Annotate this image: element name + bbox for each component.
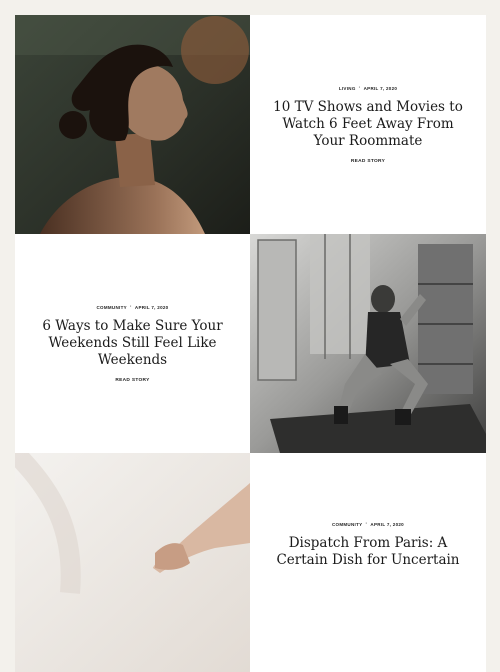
article-grid: LIVING · APRIL 7, 2020 10 TV Shows and M… xyxy=(15,15,486,672)
separator-dot: · xyxy=(365,521,368,527)
article-3-content: COMMUNITY · APRIL 7, 2020 Dispatch From … xyxy=(250,521,486,578)
article-1-read-story-link[interactable]: READ STORY xyxy=(351,159,385,164)
article-2-read-story-link[interactable]: READ STORY xyxy=(115,378,149,383)
woman-profile-photo xyxy=(15,15,250,234)
separator-dot: · xyxy=(358,85,361,91)
article-2-image[interactable] xyxy=(250,234,486,453)
article-1-title[interactable]: 10 TV Shows and Movies to Watch 6 Feet A… xyxy=(266,99,470,150)
article-1-meta: LIVING · APRIL 7, 2020 xyxy=(339,85,397,91)
article-2-date: APRIL 7, 2020 xyxy=(134,304,169,310)
article-3-meta: COMMUNITY · APRIL 7, 2020 xyxy=(250,521,486,527)
article-1-category[interactable]: LIVING xyxy=(339,86,356,91)
article-2-title[interactable]: 6 Ways to Make Sure Your Weekends Still … xyxy=(31,318,234,369)
article-2-meta: COMMUNITY · APRIL 7, 2020 xyxy=(96,304,168,310)
woman-sitting-photo xyxy=(250,234,486,453)
article-1-card: LIVING · APRIL 7, 2020 10 TV Shows and M… xyxy=(250,15,486,234)
article-3-date: APRIL 7, 2020 xyxy=(370,521,404,527)
article-3-category[interactable]: COMMUNITY xyxy=(332,522,362,527)
article-2-card: COMMUNITY · APRIL 7, 2020 6 Ways to Make… xyxy=(15,234,250,453)
article-2-category[interactable]: COMMUNITY xyxy=(96,305,126,310)
separator-dot: · xyxy=(129,304,132,310)
article-1-date: APRIL 7, 2020 xyxy=(363,85,398,91)
article-3-title[interactable]: Dispatch From Paris: A Certain Dish for … xyxy=(250,535,486,569)
article-1-image[interactable] xyxy=(15,15,250,234)
